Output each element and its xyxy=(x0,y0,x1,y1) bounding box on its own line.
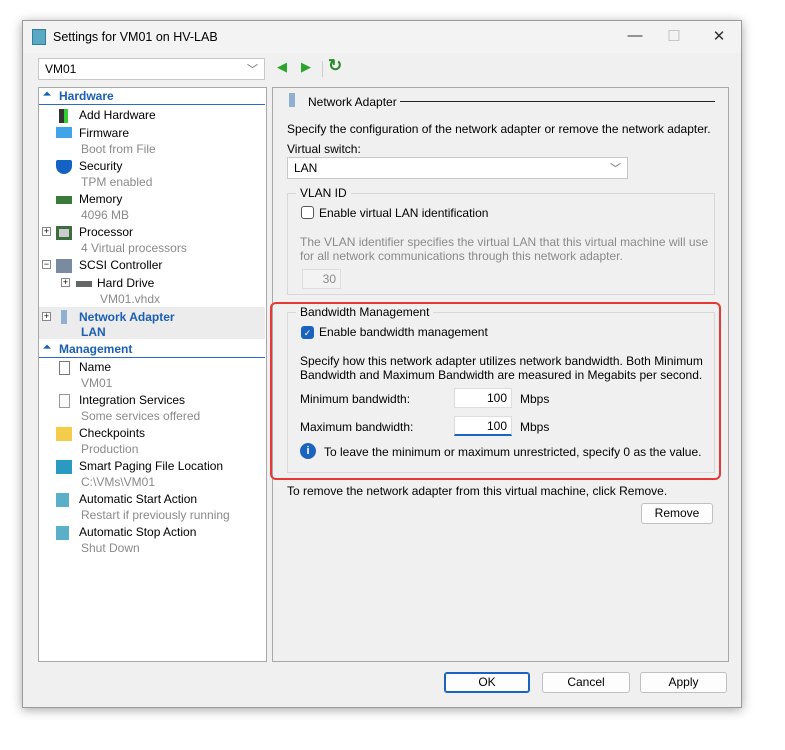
max-bandwidth-input[interactable]: 100 xyxy=(454,416,512,436)
chevron-down-icon: ﹀ xyxy=(247,64,258,76)
sidebar-item-sub: 4096 MB xyxy=(81,208,130,222)
sidebar-item-label: Smart Paging File Location xyxy=(79,459,224,473)
toolbar-divider xyxy=(322,61,323,77)
scsi-icon xyxy=(56,259,72,273)
sidebar-item-label: Name xyxy=(79,360,112,374)
info-text: To leave the minimum or maximum unrestri… xyxy=(324,445,702,459)
sidebar-item-sub: 4 Virtual processors xyxy=(81,241,187,255)
info-icon: i xyxy=(300,443,316,459)
page-title: Network Adapter xyxy=(308,95,397,109)
min-bandwidth-label: Minimum bandwidth: xyxy=(300,392,411,406)
paging-icon xyxy=(56,460,72,474)
remove-instructions: To remove the network adapter from this … xyxy=(287,484,668,498)
vlan-description: The VLAN identifier specifies the virtua… xyxy=(300,235,709,263)
network-adapter-icon xyxy=(61,310,67,324)
section-hardware[interactable]: ⏶ Hardware xyxy=(39,89,265,105)
memory-icon xyxy=(56,196,72,204)
vm-selector-value: VM01 xyxy=(45,62,77,76)
sidebar-item-sub: LAN xyxy=(81,325,106,339)
expand-icon[interactable]: + xyxy=(42,227,51,236)
sidebar-item-label: Network Adapter xyxy=(79,310,175,324)
heading-rule xyxy=(400,101,715,102)
sidebar-item-sub: VM01.vhdx xyxy=(100,292,161,306)
back-icon[interactable]: ◀ xyxy=(277,59,287,75)
name-icon xyxy=(59,361,70,375)
sidebar-item-sub: VM01 xyxy=(81,376,113,390)
bandwidth-checkbox-label[interactable]: Enable bandwidth management xyxy=(319,325,488,339)
virtual-switch-value: LAN xyxy=(294,161,318,175)
sidebar-item-sub: Restart if previously running xyxy=(81,508,230,522)
sidebar-item-label: Automatic Stop Action xyxy=(79,525,197,539)
add-hardware-icon xyxy=(59,109,68,123)
title-bar: Settings for VM01 on HV-LAB — ☐ ✕ xyxy=(23,21,741,53)
monitor-icon xyxy=(56,127,72,138)
collapse-icon: ⏶ xyxy=(43,89,51,100)
collapse-icon: ⏶ xyxy=(43,342,51,353)
vlan-group: VLAN ID Enable virtual LAN identificatio… xyxy=(287,186,715,295)
sidebar-item-label: Memory xyxy=(79,192,123,206)
sidebar-item-label: Hard Drive xyxy=(97,276,155,290)
sidebar-item-label: Add Hardware xyxy=(79,108,156,122)
virtual-switch-label: Virtual switch: xyxy=(287,142,361,156)
settings-tree: ⏶ Hardware Add Hardware Firmware Boot from… xyxy=(38,87,267,662)
apply-button[interactable]: Apply xyxy=(640,672,727,693)
vlan-checkbox[interactable] xyxy=(301,206,314,219)
intro-text: Specify the configuration of the network… xyxy=(287,122,711,136)
expand-icon[interactable]: + xyxy=(61,278,70,287)
max-bandwidth-label: Maximum bandwidth: xyxy=(300,420,414,434)
ok-button[interactable]: OK xyxy=(444,672,530,693)
forward-icon[interactable]: ▶ xyxy=(301,59,311,75)
bandwidth-checkbox[interactable]: ✓ xyxy=(301,326,314,339)
stop-action-icon xyxy=(56,526,69,540)
sidebar-item-label: SCSI Controller xyxy=(79,258,163,272)
min-bandwidth-input[interactable]: 100 xyxy=(454,388,512,408)
minimize-button[interactable]: — xyxy=(625,27,645,47)
sidebar-item-sub: Production xyxy=(81,442,139,456)
network-adapter-icon xyxy=(289,93,295,107)
bandwidth-group-title: Bandwidth Management xyxy=(296,305,434,319)
sidebar-item-label: Checkpoints xyxy=(79,426,146,440)
max-bandwidth-unit: Mbps xyxy=(520,420,550,434)
close-button[interactable]: ✕ xyxy=(709,27,729,47)
vlan-checkbox-label[interactable]: Enable virtual LAN identification xyxy=(319,206,488,220)
chevron-down-icon: ﹀ xyxy=(610,163,621,175)
min-bandwidth-unit: Mbps xyxy=(520,392,550,406)
sidebar-item-label: Integration Services xyxy=(79,393,186,407)
details-panel: Network Adapter Specify the configuratio… xyxy=(270,87,729,662)
section-hardware-label: Hardware xyxy=(59,89,114,103)
virtual-switch-select[interactable]: LAN ﹀ xyxy=(287,157,628,179)
sidebar-item-sub: Shut Down xyxy=(81,541,140,555)
start-action-icon xyxy=(56,493,69,507)
collapse-icon[interactable]: − xyxy=(42,260,51,269)
maximize-button[interactable]: ☐ xyxy=(664,27,684,47)
section-management-label: Management xyxy=(59,342,133,356)
checklist-icon xyxy=(59,394,70,408)
bandwidth-description: Specify how this network adapter utilize… xyxy=(300,354,703,382)
hard-drive-icon xyxy=(76,281,92,287)
sidebar-item-sub: TPM enabled xyxy=(81,175,153,189)
sidebar-item-sub: C:\VMs\VM01 xyxy=(81,475,156,489)
cpu-icon xyxy=(56,226,72,240)
vm-selector[interactable]: VM01 ﹀ xyxy=(38,58,265,80)
window-title: Settings for VM01 on HV-LAB xyxy=(53,30,218,44)
remove-button[interactable]: Remove xyxy=(641,503,713,524)
expand-icon[interactable]: + xyxy=(42,312,51,321)
sidebar-item-label: Firmware xyxy=(79,126,129,140)
sidebar-item-label: Security xyxy=(79,159,123,173)
settings-window: Settings for VM01 on HV-LAB — ☐ ✕ VM01 ﹀… xyxy=(22,20,742,708)
shield-icon xyxy=(56,160,72,174)
sidebar-item-sub: Boot from File xyxy=(81,142,156,156)
section-management[interactable]: ⏶ Management xyxy=(39,342,265,358)
settings-app-icon xyxy=(32,29,46,45)
sidebar-item-sub: Some services offered xyxy=(81,409,201,423)
vlan-group-title: VLAN ID xyxy=(296,186,351,200)
sidebar-item-label: Automatic Start Action xyxy=(79,492,198,506)
refresh-icon[interactable]: ↻ xyxy=(328,56,342,76)
vlan-id-input[interactable]: 30 xyxy=(302,269,341,289)
sidebar-item-label: Processor xyxy=(79,225,134,239)
cancel-button[interactable]: Cancel xyxy=(542,672,630,693)
bandwidth-group: Bandwidth Management ✓ Enable bandwidth … xyxy=(287,305,715,473)
sidebar-item-network-adapter[interactable]: + Network Adapter LAN xyxy=(39,307,265,339)
checkpoint-icon xyxy=(56,427,72,441)
